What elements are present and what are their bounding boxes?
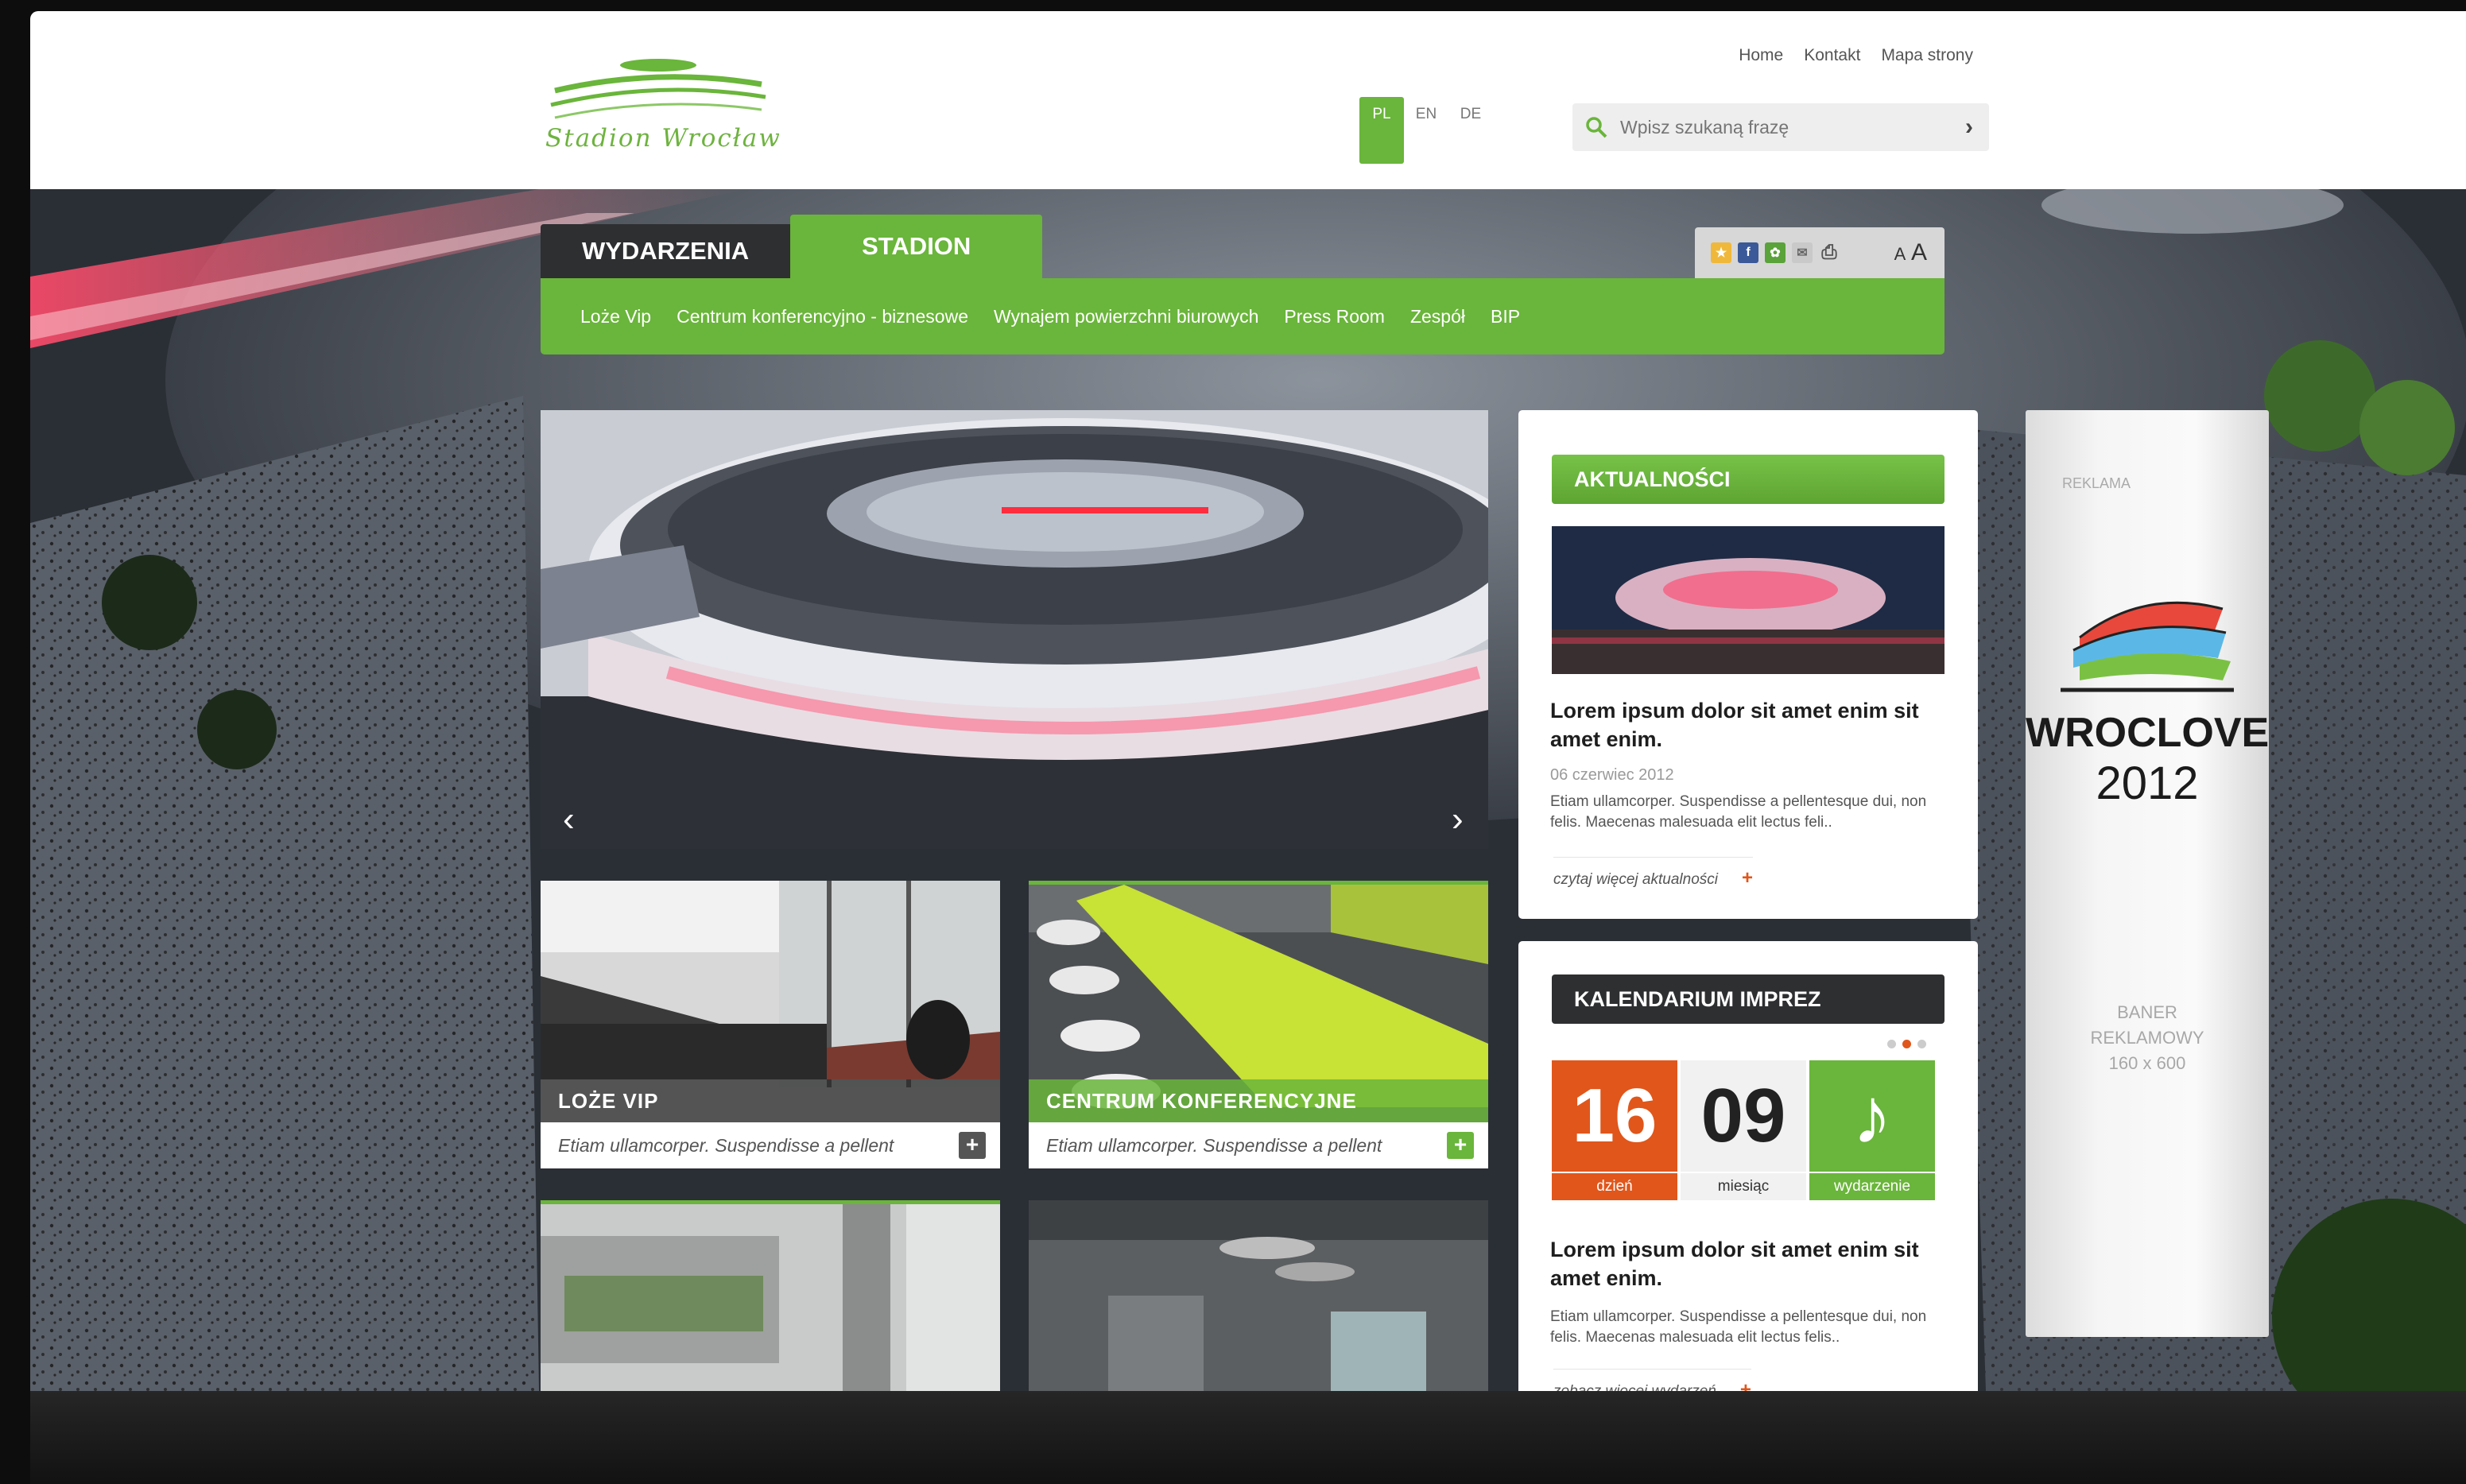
- monitor-bezel: [30, 1391, 2466, 1484]
- logo-text[interactable]: Stadion Wrocław: [545, 124, 781, 153]
- banner-size-line: BANER: [2117, 1002, 2177, 1022]
- calendar-day-label: dzień: [1552, 1173, 1677, 1200]
- news-text: Etiam ullamcorper. Suspendisse a pellent…: [1550, 793, 1927, 831]
- mail-icon[interactable]: ✉: [1792, 242, 1813, 263]
- calendar-more-link[interactable]: zobacz więcej wydarzeń +: [1553, 1369, 1751, 1391]
- contact-link[interactable]: Kontakt: [1804, 46, 1860, 65]
- language-switcher: PL EN DE: [1359, 97, 1493, 164]
- music-note-icon[interactable]: ♪: [1809, 1060, 1935, 1172]
- share-toolbar: ★ f ✿ ✉ ⎙ A A: [1695, 227, 1944, 278]
- top-links: Home Kontakt Mapa strony: [1739, 46, 1973, 65]
- tile-desc-text: Etiam ullamcorper. Suspendisse a pellent: [1046, 1134, 1382, 1156]
- plus-icon[interactable]: +: [1740, 1379, 1751, 1391]
- calendar-month: 09: [1681, 1060, 1806, 1172]
- calendar-day-value: 16: [1572, 1073, 1658, 1158]
- subnav-press-room[interactable]: Press Room: [1284, 306, 1385, 327]
- calendar-event-label: wydarzenie: [1809, 1173, 1935, 1200]
- slider-prev-icon[interactable]: ‹: [563, 800, 575, 839]
- chevron-right-icon[interactable]: ›: [1949, 114, 1989, 141]
- subnav-zespol[interactable]: Zespół: [1410, 306, 1465, 327]
- news-more-link[interactable]: czytaj więcej aktualności +: [1553, 857, 1753, 889]
- search-icon[interactable]: [1572, 103, 1620, 151]
- tab-stadion[interactable]: STADION: [790, 215, 1043, 278]
- calendar-more-label[interactable]: zobacz więcej wydarzeń: [1553, 1383, 1716, 1391]
- stadium-render-image: [541, 410, 1488, 849]
- hero-slider: ‹ ›: [541, 410, 1488, 849]
- banner-size: BANER REKLAMOWY 160 x 600: [2026, 1000, 2269, 1076]
- tile-description: Etiam ullamcorper. Suspendisse a pellent…: [1029, 1122, 1488, 1168]
- tile-offices-image[interactable]: [541, 1200, 1000, 1391]
- font-large-button[interactable]: A: [1911, 239, 1927, 265]
- page-dot-active[interactable]: [1902, 1040, 1911, 1048]
- tile-loze-vip[interactable]: LOŻE VIP Etiam ullamcorper. Suspendisse …: [541, 881, 1000, 1168]
- banner-label: REKLAMA: [2062, 475, 2131, 491]
- news-title[interactable]: Lorem ipsum dolor sit amet enim sit amet…: [1550, 696, 1948, 754]
- banner-size-line: REKLAMOWY: [2090, 1028, 2204, 1048]
- sub-navigation: Loże Vip Centrum konferencyjno - bizneso…: [541, 278, 1944, 355]
- subnav-wynajem[interactable]: Wynajem powierzchni biurowych: [994, 306, 1258, 327]
- search-box: ›: [1572, 103, 1989, 151]
- main-tabs: WYDARZENIA STADION: [541, 215, 1043, 278]
- page-dot[interactable]: [1887, 1040, 1896, 1048]
- news-date: 06 czerwiec 2012: [1550, 766, 1674, 784]
- lang-en[interactable]: EN: [1404, 97, 1448, 132]
- news-image[interactable]: [1552, 526, 1944, 674]
- news-more-label[interactable]: czytaj więcej aktualności: [1553, 871, 1718, 888]
- lang-de[interactable]: DE: [1448, 97, 1493, 132]
- calendar-pagination: [1887, 1040, 1926, 1048]
- plus-icon[interactable]: +: [1447, 1132, 1474, 1159]
- wroclove-logo-icon: [2061, 601, 2234, 692]
- font-small-button[interactable]: A: [1894, 244, 1906, 264]
- page-dot[interactable]: [1917, 1040, 1926, 1048]
- share-icon[interactable]: ✿: [1765, 242, 1786, 263]
- search-input[interactable]: [1620, 116, 1949, 138]
- calendar-day: 16: [1552, 1060, 1677, 1172]
- tile-desc-text: Etiam ullamcorper. Suspendisse a pellent: [558, 1134, 894, 1156]
- tile-centrum-konferencyjne[interactable]: CENTRUM KONFERENCYJNE Etiam ullamcorper.…: [1029, 881, 1488, 1168]
- banner-year: 2012: [2096, 757, 2199, 809]
- site-header: Stadion Wrocław Home Kontakt Mapa strony…: [30, 11, 2466, 189]
- lang-pl[interactable]: PL: [1359, 97, 1404, 164]
- home-link[interactable]: Home: [1739, 46, 1783, 65]
- tile-interior-image[interactable]: [1029, 1200, 1488, 1391]
- news-header: AKTUALNOŚCI: [1552, 455, 1944, 504]
- calendar-month-value: 09: [1700, 1073, 1786, 1158]
- news-box: AKTUALNOŚCI Lorem ipsum dolor sit amet e…: [1518, 410, 1978, 919]
- monitor-frame: Stadion Wrocław Home Kontakt Mapa strony…: [0, 0, 2466, 1484]
- banner-title: WROCLOVE: [2026, 710, 2270, 756]
- sitemap-link[interactable]: Mapa strony: [1881, 46, 1973, 65]
- plus-icon[interactable]: +: [959, 1132, 986, 1159]
- print-icon[interactable]: ⎙: [1819, 242, 1840, 263]
- interior-image: [1029, 1200, 1488, 1391]
- font-size-control[interactable]: A A: [1894, 239, 1927, 266]
- star-icon[interactable]: ★: [1711, 242, 1731, 263]
- banner-size-line: 160 x 600: [2108, 1053, 2186, 1073]
- plus-icon[interactable]: +: [1742, 867, 1753, 889]
- calendar-header: KALENDARIUM IMPREZ: [1552, 974, 1944, 1024]
- slider-next-icon[interactable]: ›: [1452, 800, 1464, 839]
- browser-viewport: Stadion Wrocław Home Kontakt Mapa strony…: [30, 11, 2466, 1391]
- tile-caption: LOŻE VIP: [541, 1079, 1000, 1122]
- facebook-icon[interactable]: f: [1738, 242, 1758, 263]
- offices-image: [541, 1204, 1000, 1391]
- calendar-text: Etiam ullamcorper. Suspendisse a pellent…: [1550, 1308, 1927, 1346]
- subnav-bip[interactable]: BIP: [1491, 306, 1520, 327]
- calendar-month-label: miesiąc: [1681, 1173, 1806, 1200]
- tile-description: Etiam ullamcorper. Suspendisse a pellent…: [541, 1122, 1000, 1168]
- ad-banner[interactable]: REKLAMA WROCLOVE 2012 BANER REKLAMOWY 16…: [2026, 410, 2269, 1337]
- subnav-loze-vip[interactable]: Loże Vip: [580, 306, 651, 327]
- tab-wydarzenia[interactable]: WYDARZENIA: [541, 224, 791, 278]
- tile-caption: CENTRUM KONFERENCYJNE: [1029, 1079, 1488, 1122]
- subnav-centrum[interactable]: Centrum konferencyjno - biznesowe: [677, 306, 968, 327]
- calendar-title[interactable]: Lorem ipsum dolor sit amet enim sit amet…: [1550, 1235, 1948, 1292]
